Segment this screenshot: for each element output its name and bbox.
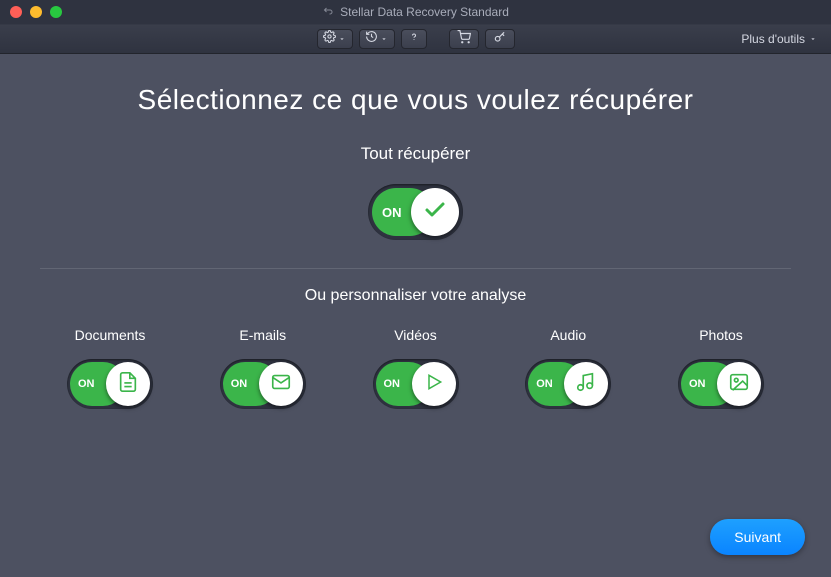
chevron-down-icon xyxy=(809,32,817,46)
category-label: E-mails xyxy=(239,327,286,343)
category-audio: Audio ON xyxy=(508,327,628,409)
gear-icon xyxy=(323,30,336,48)
document-icon xyxy=(117,371,139,398)
settings-dropdown[interactable] xyxy=(317,29,353,49)
category-videos: Vidéos ON xyxy=(356,327,476,409)
activate-button[interactable] xyxy=(485,29,515,49)
category-label: Documents xyxy=(75,327,146,343)
cart-icon xyxy=(457,30,471,49)
close-window-button[interactable] xyxy=(10,6,22,18)
category-label: Photos xyxy=(699,327,743,343)
key-icon xyxy=(493,30,507,49)
page-title: Sélectionnez ce que vous voulez récupére… xyxy=(138,84,694,116)
mail-icon xyxy=(270,371,292,398)
recover-all-label: Tout récupérer xyxy=(361,144,471,164)
window-title: Stellar Data Recovery Standard xyxy=(340,5,509,19)
app-window: Stellar Data Recovery Standard xyxy=(0,0,831,577)
more-tools-label: Plus d'outils xyxy=(741,32,805,46)
category-label: Audio xyxy=(550,327,586,343)
help-button[interactable] xyxy=(401,29,427,49)
toggle-emails[interactable]: ON xyxy=(220,359,306,409)
chevron-down-icon xyxy=(338,30,346,48)
history-dropdown[interactable] xyxy=(359,29,395,49)
category-documents: Documents ON xyxy=(50,327,170,409)
category-emails: E-mails ON xyxy=(203,327,323,409)
back-icon xyxy=(322,5,334,20)
history-icon xyxy=(365,30,378,48)
toggle-on-text: ON xyxy=(382,205,402,220)
toolbar: Plus d'outils xyxy=(0,24,831,54)
toggle-photos[interactable]: ON xyxy=(678,359,764,409)
toggle-documents[interactable]: ON xyxy=(67,359,153,409)
toggle-videos[interactable]: ON xyxy=(373,359,459,409)
titlebar: Stellar Data Recovery Standard xyxy=(0,0,831,24)
check-icon xyxy=(423,198,447,227)
photo-icon xyxy=(728,371,750,398)
video-icon xyxy=(424,372,444,397)
chevron-down-icon xyxy=(380,30,388,48)
minimize-window-button[interactable] xyxy=(30,6,42,18)
zoom-window-button[interactable] xyxy=(50,6,62,18)
more-tools-dropdown[interactable]: Plus d'outils xyxy=(741,25,817,53)
next-button[interactable]: Suivant xyxy=(710,519,805,555)
audio-icon xyxy=(575,371,597,398)
window-controls xyxy=(0,6,62,18)
customize-label: Ou personnaliser votre analyse xyxy=(305,287,526,305)
main-content: Sélectionnez ce que vous voulez récupére… xyxy=(0,54,831,577)
category-row: Documents ON E-mails ON xyxy=(40,327,791,409)
cart-button[interactable] xyxy=(449,29,479,49)
help-icon xyxy=(408,30,420,48)
divider xyxy=(40,268,791,269)
category-label: Vidéos xyxy=(394,327,437,343)
toggle-audio[interactable]: ON xyxy=(525,359,611,409)
category-photos: Photos ON xyxy=(661,327,781,409)
recover-all-toggle[interactable]: ON xyxy=(368,184,463,240)
